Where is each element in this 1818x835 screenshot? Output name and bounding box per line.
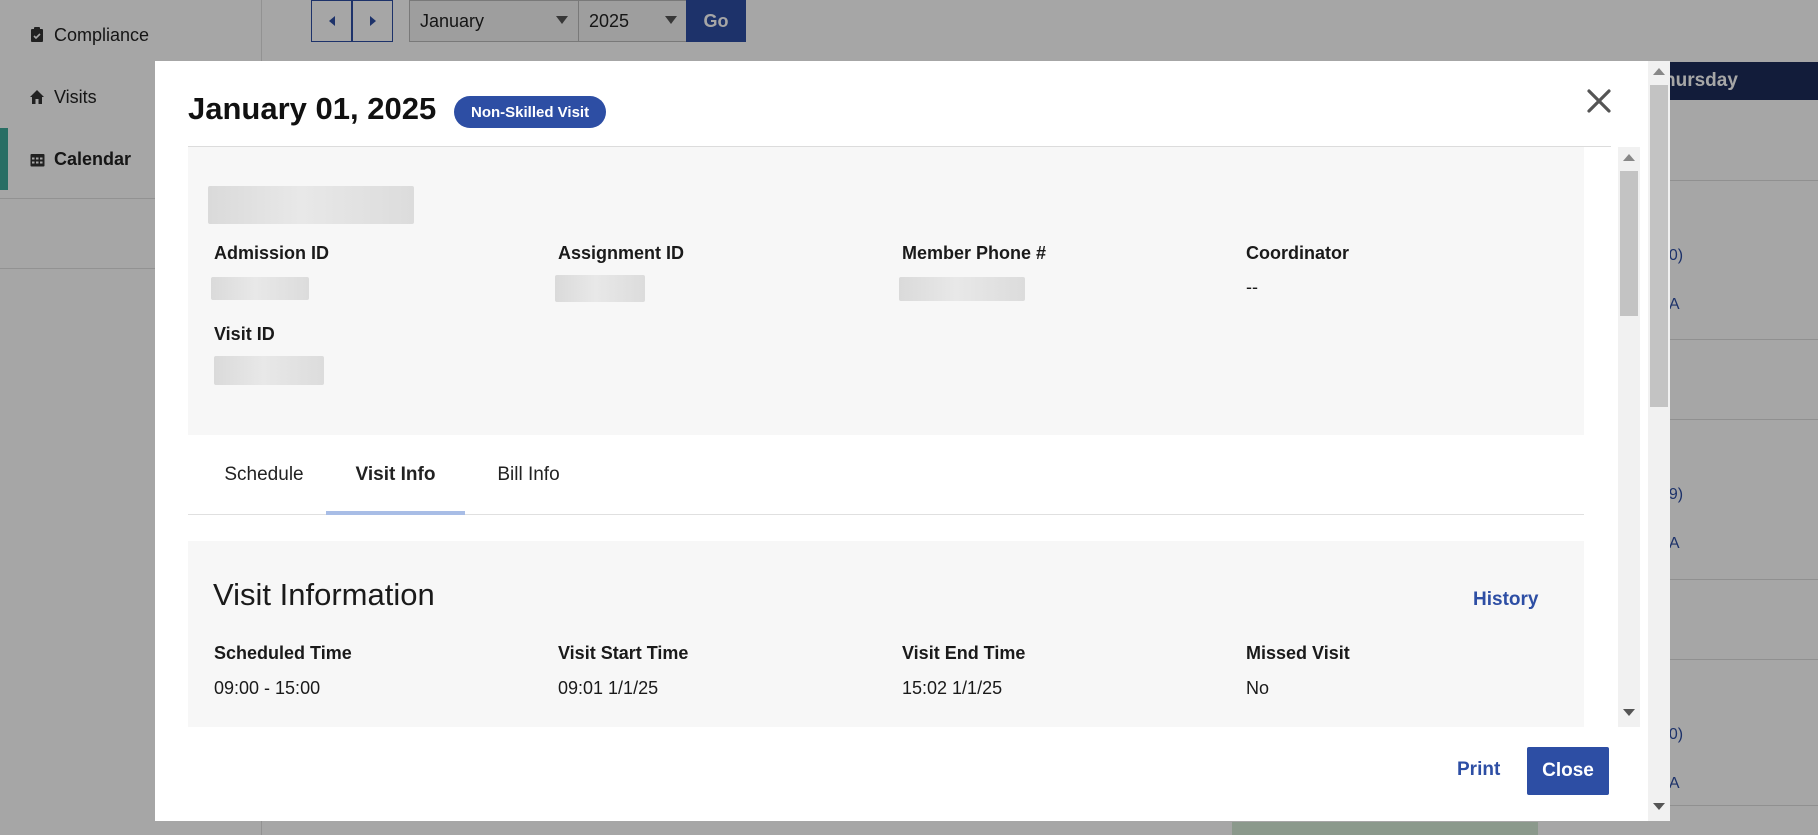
scroll-up-icon[interactable] [1653,68,1665,75]
assignment-id-label: Assignment ID [558,243,685,263]
admission-id-label: Admission ID [214,243,330,263]
assignment-id-redacted [555,275,645,302]
visit-end-time-label: Visit End Time [902,643,1026,663]
coordinator-value: -- [1246,277,1258,297]
admission-id-redacted [211,277,309,300]
tab-schedule[interactable]: Schedule [204,435,324,515]
modal-tabs: Schedule Visit Info Bill Info [188,435,1584,515]
modal-title: January 01, 2025 [188,91,437,126]
scroll-down-icon[interactable] [1653,803,1665,810]
visit-info-title: Visit Information [213,577,435,612]
visit-type-badge: Non-Skilled Visit [454,96,607,128]
close-icon[interactable] [1579,81,1619,121]
scroll-up-icon[interactable] [1623,154,1635,161]
modal-body: Admission ID Assignment ID Member Phone … [188,147,1584,727]
modal-scrollbar-thumb[interactable] [1650,85,1668,407]
close-button[interactable]: Close [1527,747,1609,795]
visit-id-redacted [214,356,324,385]
tab-visit-info[interactable]: Visit Info [326,435,465,515]
member-phone-label: Member Phone # [902,243,1047,263]
coordinator-label: Coordinator [1246,243,1349,263]
scroll-down-icon[interactable] [1623,709,1635,716]
member-name-redacted [208,186,414,224]
missed-visit-value: No [1246,678,1270,698]
visit-info-panel: Visit Information History Scheduled Time… [188,541,1584,727]
visit-end-time-value: 15:02 1/1/25 [902,678,1003,698]
tab-bill-info[interactable]: Bill Info [466,435,591,515]
scheduled-time-label: Scheduled Time [214,643,352,663]
visit-modal: January 01, 2025 Non-Skilled Visit Admis… [155,61,1670,821]
visit-start-time-value: 09:01 1/1/25 [558,678,659,698]
history-link[interactable]: History [1473,589,1538,611]
scheduled-time-value: 09:00 - 15:00 [214,678,321,698]
missed-visit-label: Missed Visit [1246,643,1350,663]
visit-id-label: Visit ID [214,324,275,344]
member-info-panel: Admission ID Assignment ID Member Phone … [188,147,1584,435]
body-scrollbar-thumb[interactable] [1620,171,1638,316]
print-button[interactable]: Print [1457,759,1500,781]
member-phone-redacted [899,277,1025,301]
visit-start-time-label: Visit Start Time [558,643,689,663]
